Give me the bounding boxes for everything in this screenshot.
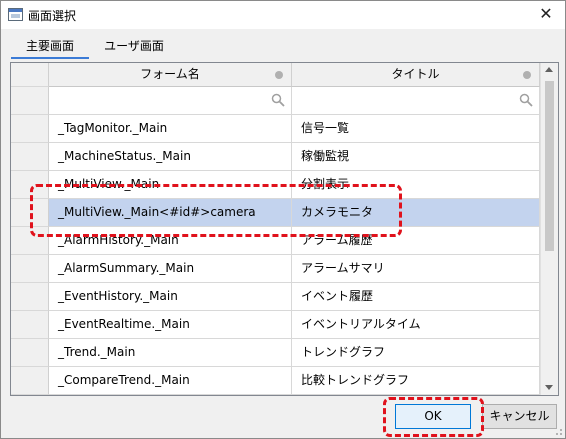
close-button[interactable]: ✕ — [533, 3, 559, 25]
row-header — [11, 339, 49, 367]
active-tab-indicator — [11, 57, 89, 59]
form-name-cell[interactable]: _EventRealtime._Main — [49, 311, 292, 339]
row-header — [11, 115, 49, 143]
table-row[interactable]: _MachineStatus._Main 稼働監視 — [11, 143, 540, 171]
window-icon — [8, 8, 23, 21]
tab-user-screens[interactable]: ユーザ画面 — [93, 37, 175, 57]
tab-main-screens[interactable]: 主要画面 — [11, 37, 89, 57]
row-header — [11, 367, 49, 395]
form-name-cell[interactable]: _TagMonitor._Main — [49, 115, 292, 143]
title-filter-input[interactable] — [292, 87, 540, 115]
column-header-form-name[interactable]: フォーム名 — [49, 63, 292, 87]
form-name-cell[interactable]: _MachineStatus._Main — [49, 143, 292, 171]
form-name-cell[interactable]: _EventHistory._Main — [49, 283, 292, 311]
search-icon — [271, 93, 285, 107]
table-row[interactable]: _AlarmSummary._Main アラームサマリ — [11, 255, 540, 283]
column-header-label: フォーム名 — [140, 67, 200, 81]
form-name-cell[interactable]: _CompareTrend._Main — [49, 367, 292, 395]
title-cell[interactable]: トレンドグラフ — [292, 339, 540, 367]
cancel-button[interactable]: キャンセル — [482, 404, 557, 429]
row-header — [11, 255, 49, 283]
row-header — [11, 311, 49, 339]
column-option-icon[interactable] — [523, 71, 531, 79]
table-row[interactable]: _TagMonitor._Main 信号一覧 — [11, 115, 540, 143]
title-bar: 画面選択 ✕ — [1, 1, 565, 29]
search-icon — [519, 93, 533, 107]
dialog-window: 画面選択 ✕ 主要画面 ユーザ画面 フォーム名 タイトル _TagMonitor… — [0, 0, 566, 439]
filter-row-header — [11, 87, 49, 115]
table-row[interactable]: _CompareTrend._Main 比較トレンドグラフ — [11, 367, 540, 395]
column-header-label: タイトル — [391, 67, 440, 81]
scroll-down-icon[interactable] — [545, 385, 553, 390]
form-name-filter-input[interactable] — [49, 87, 292, 115]
column-header-title[interactable]: タイトル — [292, 63, 540, 87]
annotation-highlight-ok-button — [383, 397, 484, 437]
table-row[interactable]: _EventRealtime._Main イベントリアルタイム — [11, 311, 540, 339]
form-name-cell[interactable]: _Trend._Main — [49, 339, 292, 367]
header-row-corner — [11, 63, 49, 87]
row-header — [11, 283, 49, 311]
title-cell[interactable]: 信号一覧 — [292, 115, 540, 143]
title-cell[interactable]: イベントリアルタイム — [292, 311, 540, 339]
row-header — [11, 143, 49, 171]
title-cell[interactable]: イベント履歴 — [292, 283, 540, 311]
scroll-up-icon[interactable] — [545, 67, 553, 72]
vertical-scrollbar[interactable] — [540, 63, 558, 395]
window-title: 画面選択 — [28, 9, 77, 23]
form-name-cell[interactable]: _AlarmSummary._Main — [49, 255, 292, 283]
title-cell[interactable]: 比較トレンドグラフ — [292, 367, 540, 395]
scrollbar-thumb[interactable] — [545, 81, 554, 251]
title-cell[interactable]: 稼働監視 — [292, 143, 540, 171]
table-row[interactable]: _EventHistory._Main イベント履歴 — [11, 283, 540, 311]
title-cell[interactable]: アラームサマリ — [292, 255, 540, 283]
column-option-icon[interactable] — [275, 71, 283, 79]
resize-grip-icon[interactable] — [553, 426, 563, 436]
annotation-highlight-selected-row — [30, 184, 402, 237]
table-row[interactable]: _Trend._Main トレンドグラフ — [11, 339, 540, 367]
